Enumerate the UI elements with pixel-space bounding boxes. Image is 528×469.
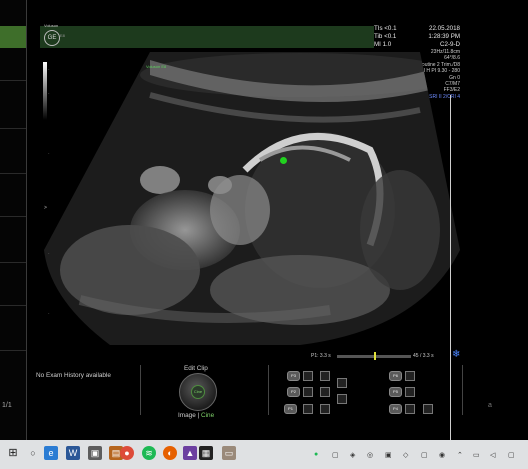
search-icon[interactable]: ○ — [26, 446, 40, 460]
image-icon[interactable] — [423, 404, 433, 414]
depth-tick: - — [48, 150, 50, 155]
notification-icon[interactable]: ▢ — [508, 451, 515, 459]
spotify-tray-icon[interactable]: ● — [314, 451, 318, 458]
start-icon[interactable]: ⊞ — [6, 446, 20, 460]
divider — [268, 365, 269, 415]
tray-icon[interactable]: ▢ — [332, 451, 339, 459]
files-icon[interactable]: ▭ — [222, 446, 236, 460]
print-button-p3[interactable]: P3 — [287, 371, 300, 381]
media-icon[interactable]: ▣ — [88, 446, 102, 460]
spotify-icon[interactable]: ≋ — [142, 446, 156, 460]
image-cine-toggle[interactable]: Image | Cine — [178, 412, 214, 419]
folder-icon[interactable] — [320, 371, 330, 381]
tray-icon[interactable]: ▣ — [385, 451, 392, 459]
scan-sector — [44, 52, 460, 345]
grayscale-bar — [43, 62, 47, 120]
firefox-icon[interactable]: ◐ — [163, 446, 177, 460]
depth-tick: - — [48, 250, 50, 255]
green-cursor[interactable] — [280, 157, 287, 164]
network-icon[interactable]: ▭ — [473, 451, 480, 459]
folder-icon[interactable] — [320, 387, 330, 397]
cine-label: Cine — [200, 412, 215, 419]
depth-line — [450, 95, 451, 440]
save-icon[interactable] — [303, 404, 313, 414]
timeline-marker[interactable] — [374, 352, 376, 360]
image-label: Image — [178, 412, 196, 419]
frame-count: 45 / 3.3 s — [413, 353, 434, 359]
chevron-up-icon[interactable]: ⌃ — [457, 451, 463, 459]
image-icon[interactable] — [337, 394, 347, 404]
tray-icon[interactable]: ◉ — [439, 451, 445, 459]
depth-tick: - — [48, 66, 50, 71]
tray-icon[interactable]: ◎ — [367, 451, 373, 459]
save-icon[interactable] — [405, 371, 415, 381]
chrome-icon[interactable]: ● — [120, 446, 134, 460]
divider — [462, 365, 463, 415]
clapper-icon[interactable]: ▦ — [199, 446, 213, 460]
focus-marker: > — [44, 205, 47, 211]
save-icon[interactable] — [303, 387, 313, 397]
edit-clip-label: Edit Clip — [184, 365, 208, 372]
depth-tick: - — [48, 90, 50, 95]
tray-icon[interactable]: ▢ — [421, 451, 428, 459]
word-icon[interactable]: W — [66, 446, 80, 460]
print-button-p6[interactable]: P6 — [389, 371, 402, 381]
divider — [140, 365, 141, 415]
folder-icon[interactable] — [320, 404, 330, 414]
print-button-p1[interactable]: P1 — [284, 404, 297, 414]
app-icon[interactable]: ▲ — [183, 446, 197, 460]
cine-knob-center[interactable]: Cine — [191, 385, 205, 399]
clip-duration: P1: 3.3 s — [311, 353, 331, 359]
print-button-p4[interactable]: P4 — [389, 404, 402, 414]
save-icon[interactable] — [303, 371, 313, 381]
tray-icon[interactable]: ◇ — [403, 451, 408, 459]
exam-history-status: No Exam History available — [36, 372, 111, 379]
image-icon[interactable] — [337, 378, 347, 388]
tray-icon[interactable]: ◈ — [350, 451, 355, 459]
print-button-p2[interactable]: P2 — [287, 387, 300, 397]
a-label: a — [488, 402, 492, 409]
depth-tick: - — [48, 310, 50, 315]
freeze-icon[interactable]: ❄ — [452, 349, 460, 360]
save-icon[interactable] — [405, 387, 415, 397]
edge-icon[interactable]: e — [44, 446, 58, 460]
print-button-p5[interactable]: P5 — [389, 387, 402, 397]
speaker-icon[interactable]: ◁ — [490, 451, 495, 459]
save-icon[interactable] — [405, 404, 415, 414]
scan-label: Voluson E8 — [146, 64, 167, 69]
